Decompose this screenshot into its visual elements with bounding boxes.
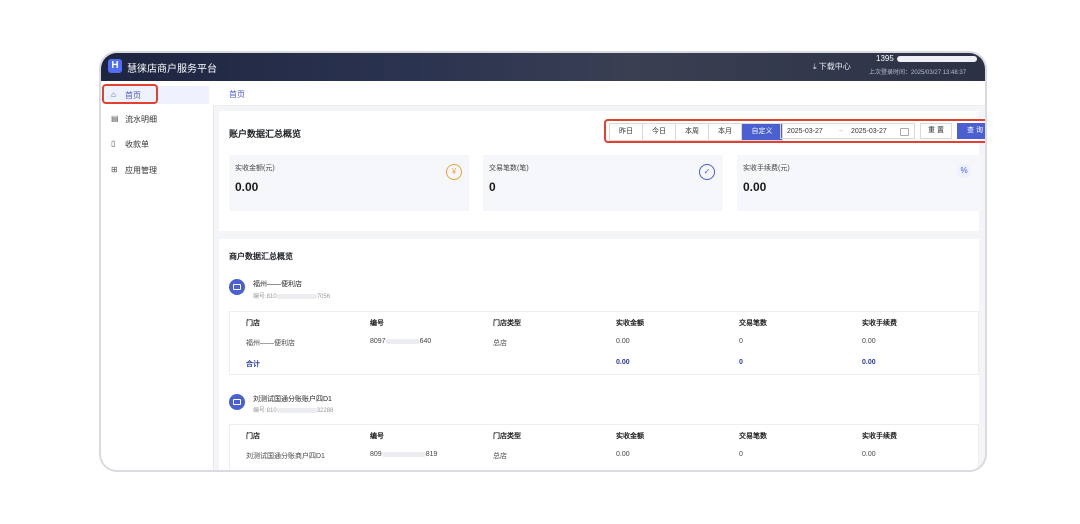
yuan-icon: ¥	[446, 164, 462, 180]
id-suffix: 819	[425, 451, 438, 458]
stat-card-amount: 实收金额(元) 0.00 ¥	[229, 155, 469, 211]
redaction-mask	[381, 451, 426, 457]
table-cell: 0.00	[616, 451, 630, 458]
table-cell: 0	[739, 451, 743, 458]
column-header: 编号	[370, 320, 384, 327]
merchant-id-prefix: 编号:810	[253, 408, 277, 414]
table-row[interactable]: 福州——便利店 8097 640 总店 0.00 0 0.00	[230, 332, 978, 352]
column-header: 编号	[370, 433, 384, 440]
sidebar-item-label: 流水明细	[125, 115, 157, 124]
table-cell: 0.00	[862, 451, 876, 458]
sidebar-item-receipts[interactable]: ▯ 收款单	[105, 135, 209, 153]
store-icon	[229, 394, 245, 410]
table-total-row: 合计 0.00 0 0.00	[230, 353, 978, 373]
sidebar-item-apps[interactable]: ⊞ 应用管理	[105, 161, 209, 179]
sidebar: ⌂ 首页 ▤ 流水明细 ▯ 收款单 ⊞ 应用管理	[101, 81, 214, 470]
table-cell: 0	[739, 338, 743, 345]
redaction-mask	[276, 293, 317, 299]
stat-label: 实收手续费(元)	[743, 165, 790, 172]
column-header: 交易笔数	[739, 433, 767, 440]
table-header-row: 门店 编号 门店类型 实收金额 交易笔数 实收手续费	[230, 425, 978, 445]
stat-label: 交易笔数(笔)	[489, 165, 529, 172]
redaction-mask	[276, 407, 317, 413]
table-cell: 0.00	[616, 359, 630, 366]
merchant-name: 刘测试国通分账账户四D1	[253, 396, 332, 403]
sidebar-item-label: 收款单	[125, 140, 149, 149]
merchant-id-suffix: 32288	[316, 408, 334, 414]
table-cell: 0.00	[616, 338, 630, 345]
table-header-row: 门店 编号 门店类型 实收金额 交易笔数 实收手续费	[230, 312, 978, 332]
calendar-icon: ▤	[111, 114, 119, 123]
user-phone-mask	[897, 56, 977, 62]
merchant-summary-title: 商户数据汇总概览	[229, 252, 293, 261]
account-summary-panel: 账户数据汇总概览 昨日 今日 本周 本月 自定义 2025-03-27 → 20…	[219, 111, 985, 231]
app-title: 慧徕店商户服务平台	[127, 64, 217, 75]
account-summary-title: 账户数据汇总概览	[229, 129, 302, 139]
stat-value: 0.00	[235, 180, 259, 194]
sidebar-item-label: 应用管理	[125, 166, 157, 175]
receipt-icon: ▯	[111, 139, 116, 148]
table-cell: 0	[739, 359, 743, 366]
sidebar-item-transactions[interactable]: ▤ 流水明细	[105, 110, 209, 128]
column-header: 实收手续费	[862, 433, 897, 440]
merchant-id-prefix: 编号:810	[253, 294, 277, 300]
logo-icon: H	[108, 59, 122, 73]
column-header: 实收金额	[616, 320, 644, 327]
column-header: 门店	[246, 320, 260, 327]
check-circle-icon: ✓	[699, 164, 715, 180]
download-center-label: 下载中心	[818, 62, 851, 71]
id-prefix: 809	[370, 451, 382, 458]
column-header: 交易笔数	[739, 320, 767, 327]
column-header: 门店类型	[493, 433, 521, 440]
table-cell: 0.00	[862, 338, 876, 345]
redaction-mask	[385, 338, 420, 344]
table-cell: 福州——便利店	[246, 340, 295, 347]
column-header: 实收金额	[616, 433, 644, 440]
home-highlight-box	[102, 84, 158, 104]
merchant-id: 编号:810 32288	[253, 405, 333, 414]
breadcrumb-bar: 首页	[213, 81, 985, 106]
store-icon	[229, 279, 245, 295]
merchant-name: 福州——便利店	[253, 281, 302, 288]
table-cell-id: 809 819	[370, 451, 437, 458]
user-phone[interactable]: 1395	[876, 54, 894, 63]
id-suffix: 640	[419, 338, 432, 345]
merchant-summary-panel: 商户数据汇总概览 福州——便利店 编号:810 7056 门店 编号 门店类型 实…	[219, 239, 979, 470]
table-cell: 总店	[493, 453, 507, 460]
merchant-table: 门店 编号 门店类型 实收金额 交易笔数 实收手续费 刘测试国通分账商户四D1 …	[229, 424, 979, 470]
stat-value: 0.00	[743, 180, 767, 194]
breadcrumb[interactable]: 首页	[229, 89, 245, 100]
merchant-id-suffix: 7056	[316, 294, 331, 300]
table-cell: 0.00	[862, 359, 876, 366]
filters-highlight-box	[604, 119, 985, 143]
stat-value: 0	[489, 180, 496, 194]
main-content: 首页 账户数据汇总概览 昨日 今日 本周 本月 自定义 2025-03-27 →…	[213, 81, 985, 470]
column-header: 门店类型	[493, 320, 521, 327]
table-row[interactable]: 刘测试国通分账商户四D1 809 819 总店 0.00 0 0.00	[230, 445, 978, 465]
percent-icon: %	[957, 164, 971, 178]
table-cell-id: 8097 640	[370, 338, 431, 345]
table-cell: 总店	[493, 340, 507, 347]
id-prefix: 8097	[370, 338, 386, 345]
download-center-link[interactable]: ⤓ 下载中心	[813, 61, 851, 72]
merchant-table: 门店 编号 门店类型 实收金额 交易笔数 实收手续费 福州——便利店 8097 6…	[229, 311, 979, 375]
column-header: 门店	[246, 433, 260, 440]
table-cell: 合计	[246, 361, 260, 368]
app-window: H 慧徕店商户服务平台 ⤓ 下载中心 1395 上次登录时间：2025/03/2…	[99, 51, 987, 472]
apps-grid-icon: ⊞	[111, 165, 118, 174]
merchant-id: 编号:810 7056	[253, 291, 330, 300]
stat-card-fee: 实收手续费(元) 0.00 %	[737, 155, 981, 211]
last-login-time: 上次登录时间：2025/03/27 13:48:37	[869, 70, 967, 76]
top-bar: H 慧徕店商户服务平台 ⤓ 下载中心 1395 上次登录时间：2025/03/2…	[101, 53, 985, 81]
column-header: 实收手续费	[862, 320, 897, 327]
table-cell: 刘测试国通分账商户四D1	[246, 453, 325, 460]
stat-label: 实收金额(元)	[235, 165, 275, 172]
stat-card-count: 交易笔数(笔) 0 ✓	[483, 155, 723, 211]
download-icon: ⤓	[813, 62, 817, 71]
